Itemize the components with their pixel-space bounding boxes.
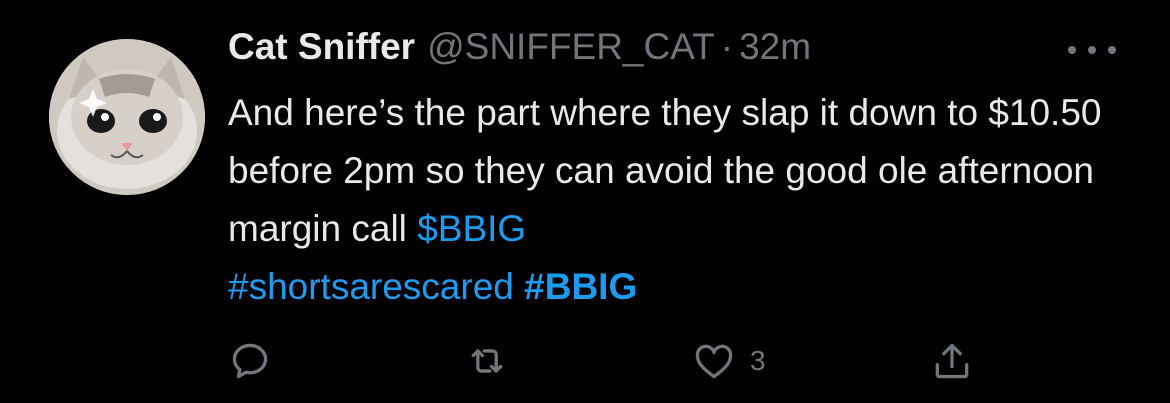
cashtag-link[interactable]: $BBIG [417, 208, 526, 249]
reply-bubble-icon [232, 343, 268, 379]
tweet-body: And here’s the part where they slap it d… [228, 92, 1102, 249]
timestamp[interactable]: 32m [739, 26, 811, 68]
tweet-text: And here’s the part where they slap it d… [228, 84, 1148, 316]
retweet-button[interactable] [465, 336, 509, 386]
like-count: 3 [750, 345, 766, 376]
like-button[interactable]: 3 [692, 336, 766, 386]
share-upload-icon [935, 343, 969, 379]
cat-avatar-image [49, 39, 205, 195]
reply-button[interactable] [228, 336, 272, 386]
more-options-icon[interactable] [1068, 36, 1116, 64]
share-button[interactable] [930, 336, 974, 386]
avatar[interactable] [49, 39, 205, 195]
author-name[interactable]: Cat Sniffer [228, 26, 415, 68]
tweet-header: Cat Sniffer @SNIFFER_CAT · 32m [228, 26, 811, 76]
retweet-icon [471, 349, 503, 373]
hashtag-link[interactable]: #BBIG [524, 266, 637, 307]
heart-icon [695, 344, 733, 379]
author-handle[interactable]: @SNIFFER_CAT [427, 26, 715, 68]
separator-dot: · [720, 26, 734, 67]
tweet-actions: 3 [0, 336, 1170, 386]
hashtag-link[interactable]: #shortsarescared [228, 266, 514, 307]
